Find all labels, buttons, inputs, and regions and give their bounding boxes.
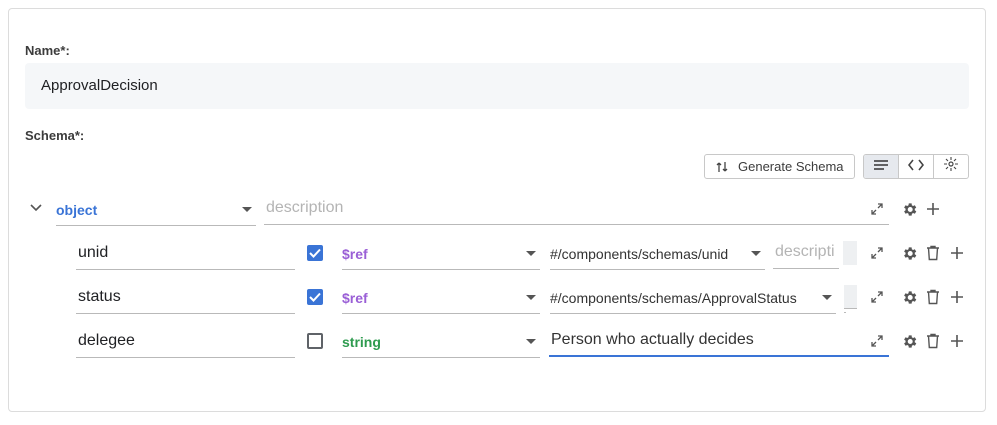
dropdown-caret-icon [526,295,536,300]
name-label: Name*: [25,43,70,58]
root-type-value: object [56,202,98,218]
ref-path-value: #/components/schemas/unid [550,246,729,262]
sort-arrows-icon [715,160,729,174]
view-mode-toggle [863,154,969,179]
property-type-select[interactable]: $ref [342,282,540,314]
delete-trash-icon[interactable] [924,288,942,306]
property-type-value: string [342,334,381,350]
add-plus-icon[interactable] [948,288,966,306]
code-brackets-icon [907,158,925,176]
delete-trash-icon[interactable] [924,244,942,262]
dropdown-caret-icon [526,339,536,344]
dropdown-caret-icon [526,251,536,256]
list-view-button[interactable] [864,155,899,178]
property-name-input[interactable]: status [76,282,295,314]
visual-view-button[interactable] [934,155,968,178]
dropdown-caret-icon [242,207,252,212]
delete-trash-icon[interactable] [924,332,942,350]
required-checkbox[interactable] [307,333,323,349]
sparkle-icon [943,156,959,177]
add-plus-icon[interactable] [948,244,966,262]
list-lines-icon [873,158,889,176]
add-plus-icon[interactable] [924,200,942,218]
expand-icon[interactable] [869,245,885,261]
expand-icon[interactable] [869,201,885,217]
settings-gear-icon[interactable] [900,200,918,218]
name-input[interactable]: ApprovalDecision [25,63,969,109]
code-view-button[interactable] [899,155,934,178]
dropdown-caret-icon [751,251,761,256]
root-description-input[interactable]: description [264,193,889,225]
property-type-value: $ref [342,290,368,306]
description-scroll-tab [844,285,857,309]
generate-schema-button[interactable]: Generate Schema [704,154,855,179]
root-type-select[interactable]: object [56,194,256,226]
add-plus-icon[interactable] [948,332,966,350]
expand-icon[interactable] [869,289,885,305]
dropdown-caret-icon [822,295,832,300]
property-name-input[interactable]: delegee [76,326,295,358]
schema-label: Schema*: [25,128,85,143]
ref-path-select[interactable]: #/components/schemas/unid [550,238,765,270]
property-type-select[interactable]: string [342,326,540,358]
ref-path-value: #/components/schemas/ApprovalStatus [550,290,797,306]
property-type-select[interactable]: $ref [342,238,540,270]
description-scroll-tab [843,241,857,265]
property-description-input[interactable]: Person who actually decides [549,325,889,357]
settings-gear-icon[interactable] [900,244,918,262]
settings-gear-icon[interactable] [900,288,918,306]
ref-path-select[interactable]: #/components/schemas/ApprovalStatus [550,282,836,314]
required-checkbox[interactable] [307,289,323,305]
property-description-input[interactable]: descripti [773,237,839,269]
settings-gear-icon[interactable] [900,332,918,350]
property-name-input[interactable]: unid [76,238,295,270]
property-type-value: $ref [342,246,368,262]
collapse-chevron-icon[interactable] [28,200,44,216]
generate-schema-label: Generate Schema [738,159,844,174]
required-checkbox[interactable] [307,245,323,261]
expand-icon[interactable] [869,333,885,349]
